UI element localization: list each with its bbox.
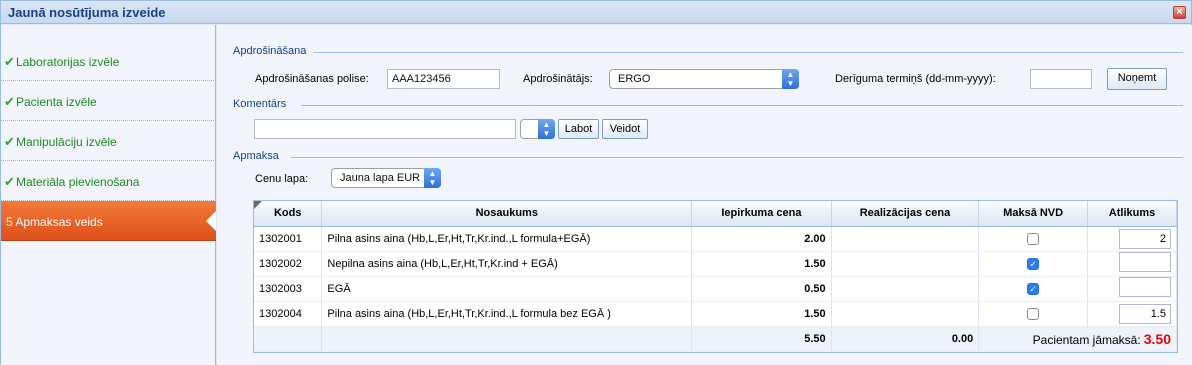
- row-nvd-cell: [978, 301, 1089, 327]
- insurance-legend: Apdrošināšana: [233, 45, 307, 57]
- sale-total: 0.00: [831, 325, 980, 352]
- step-label: Laboratorijas izvēle: [16, 55, 120, 69]
- summary-empty: [321, 325, 693, 352]
- insurer-value: ERGO: [618, 73, 651, 85]
- row-code: 1302003: [254, 276, 323, 302]
- row-sale-price: [831, 276, 980, 302]
- column-header-nvd-pays[interactable]: Maksā NVD: [978, 201, 1089, 227]
- patient-pays-label: Pacientam jāmaksā:: [1032, 332, 1141, 347]
- chevron-updown-icon: ▲ ▼: [538, 119, 555, 139]
- step-label: Pacienta izvēle: [16, 95, 97, 109]
- price-list-value: Jauna lapa EUR: [340, 172, 421, 184]
- step-label: Manipulāciju izvēle: [16, 135, 117, 149]
- policy-input[interactable]: AAA123456: [387, 69, 500, 89]
- active-step-pointer: [206, 211, 216, 231]
- row-name: Nepilna asins aina (Hb,L,Er,Ht,Tr,Kr.ind…: [321, 251, 693, 277]
- chevron-updown-icon: ▲ ▼: [782, 69, 799, 89]
- insurance-divider: [313, 52, 1183, 53]
- column-header-name[interactable]: Nosaukums: [321, 201, 693, 227]
- row-balance-cell: 2: [1087, 226, 1177, 252]
- row-name: Pilna asins aina (Hb,L,Er,Ht,Tr,Kr.ind.,…: [321, 301, 693, 327]
- balance-input[interactable]: [1119, 277, 1171, 297]
- sort-corner-icon: [254, 201, 262, 209]
- row-name: EGĀ: [321, 276, 693, 302]
- remove-button[interactable]: Noņemt: [1107, 68, 1167, 90]
- comments-legend: Komentārs: [233, 98, 287, 110]
- row-code: 1302002: [254, 251, 323, 277]
- check-icon: ✔: [4, 134, 15, 149]
- row-code: 1302004: [254, 301, 323, 327]
- table-row[interactable]: 1302001 Pilna asins aina (Hb,L,Er,Ht,Tr,…: [254, 226, 1177, 252]
- balance-input[interactable]: 2: [1119, 228, 1171, 249]
- row-purchase-price: 1.50: [691, 251, 832, 277]
- patient-total-cell: Pacientam jāmaksā: 3.50: [978, 325, 1177, 352]
- comment-input[interactable]: [254, 119, 516, 139]
- title-bar: Jaunā nosūtījuma izveide ×: [1, 1, 1191, 24]
- validity-label: Derīguma termiņš (dd-mm-yyyy):: [835, 73, 996, 85]
- balance-input[interactable]: 1.5: [1119, 303, 1171, 324]
- check-icon: ✔: [4, 54, 15, 69]
- row-balance-cell: [1087, 276, 1177, 302]
- table-row[interactable]: 1302004 Pilna asins aina (Hb,L,Er,Ht,Tr,…: [254, 301, 1177, 327]
- window-title: Jaunā nosūtījuma izveide: [8, 5, 166, 20]
- row-code: 1302001: [254, 226, 323, 252]
- summary-empty: [254, 325, 323, 352]
- insurer-select[interactable]: ERGO ▲ ▼: [609, 69, 799, 89]
- purchase-total: 5.50: [691, 325, 832, 352]
- column-header-sale-price[interactable]: Realizācijas cena: [831, 201, 980, 227]
- patient-pays-value: 3.50: [1143, 330, 1171, 347]
- step-patient[interactable]: ✔ Pacienta izvēle: [1, 81, 216, 121]
- row-nvd-cell: ✓: [978, 251, 1089, 277]
- row-purchase-price: 2.00: [691, 226, 832, 252]
- close-icon[interactable]: ×: [1173, 6, 1186, 19]
- nvd-checkbox[interactable]: [1027, 232, 1040, 245]
- row-purchase-price: 0.50: [691, 276, 832, 302]
- edit-button[interactable]: Labot: [558, 119, 599, 139]
- row-balance-cell: [1087, 251, 1177, 277]
- services-grid: Kods Nosaukums Iepirkuma cena Realizācij…: [253, 200, 1178, 353]
- check-icon: ✔: [4, 94, 15, 109]
- row-balance-cell: 1.5: [1087, 301, 1177, 327]
- row-name: Pilna asins aina (Hb,L,Er,Ht,Tr,Kr.ind.,…: [321, 226, 693, 252]
- policy-label: Apdrošināšanas polise:: [255, 73, 369, 85]
- table-row[interactable]: 1302002 Nepilna asins aina (Hb,L,Er,Ht,T…: [254, 251, 1177, 277]
- row-sale-price: [831, 251, 980, 277]
- insurer-label: Apdrošinātājs:: [523, 73, 593, 85]
- step-label: 5 Apmaksas veids: [6, 215, 103, 229]
- payment-legend: Apmaksa: [233, 150, 279, 162]
- nvd-checkbox[interactable]: ✓: [1027, 282, 1040, 295]
- chevron-updown-icon: ▲ ▼: [424, 168, 441, 188]
- table-row[interactable]: 1302003 EGĀ 0.50 ✓: [254, 276, 1177, 302]
- step-laboratory[interactable]: ✔ Laboratorijas izvēle: [1, 41, 216, 81]
- row-sale-price: [831, 301, 980, 327]
- column-header-purchase-price[interactable]: Iepirkuma cena: [691, 201, 832, 227]
- step-payment-type[interactable]: 5 Apmaksas veids: [1, 201, 216, 241]
- create-button[interactable]: Veidot: [602, 119, 648, 139]
- comment-template-select[interactable]: ▲ ▼: [520, 119, 555, 139]
- row-nvd-cell: ✓: [978, 276, 1089, 302]
- row-nvd-cell: [978, 226, 1089, 252]
- balance-input[interactable]: [1119, 252, 1171, 272]
- validity-date-input[interactable]: [1030, 69, 1092, 89]
- nvd-checkbox[interactable]: [1027, 307, 1040, 320]
- step-material[interactable]: ✔ Materiāla pievienošana: [1, 161, 216, 201]
- summary-row: 5.50 0.00 Pacientam jāmaksā: 3.50: [254, 325, 1177, 352]
- check-icon: ✔: [4, 174, 15, 189]
- grid-header-row: Kods Nosaukums Iepirkuma cena Realizācij…: [254, 201, 1177, 227]
- price-list-label: Cenu lapa:: [255, 173, 309, 185]
- step-manipulations[interactable]: ✔ Manipulāciju izvēle: [1, 121, 216, 161]
- row-sale-price: [831, 226, 980, 252]
- column-header-code[interactable]: Kods: [254, 201, 323, 227]
- step-label: Materiāla pievienošana: [16, 175, 140, 189]
- row-purchase-price: 1.50: [691, 301, 832, 327]
- column-header-balance[interactable]: Atlikums: [1087, 201, 1177, 227]
- comments-divider: [301, 105, 1183, 106]
- price-list-select[interactable]: Jauna lapa EUR ▲ ▼: [331, 168, 441, 188]
- dialog-window: Jaunā nosūtījuma izveide × ✔ Laboratorij…: [0, 0, 1192, 365]
- nvd-checkbox[interactable]: ✓: [1027, 257, 1040, 270]
- wizard-steps-sidebar: ✔ Laboratorijas izvēle ✔ Pacienta izvēle…: [1, 25, 216, 365]
- payment-divider: [291, 157, 1183, 158]
